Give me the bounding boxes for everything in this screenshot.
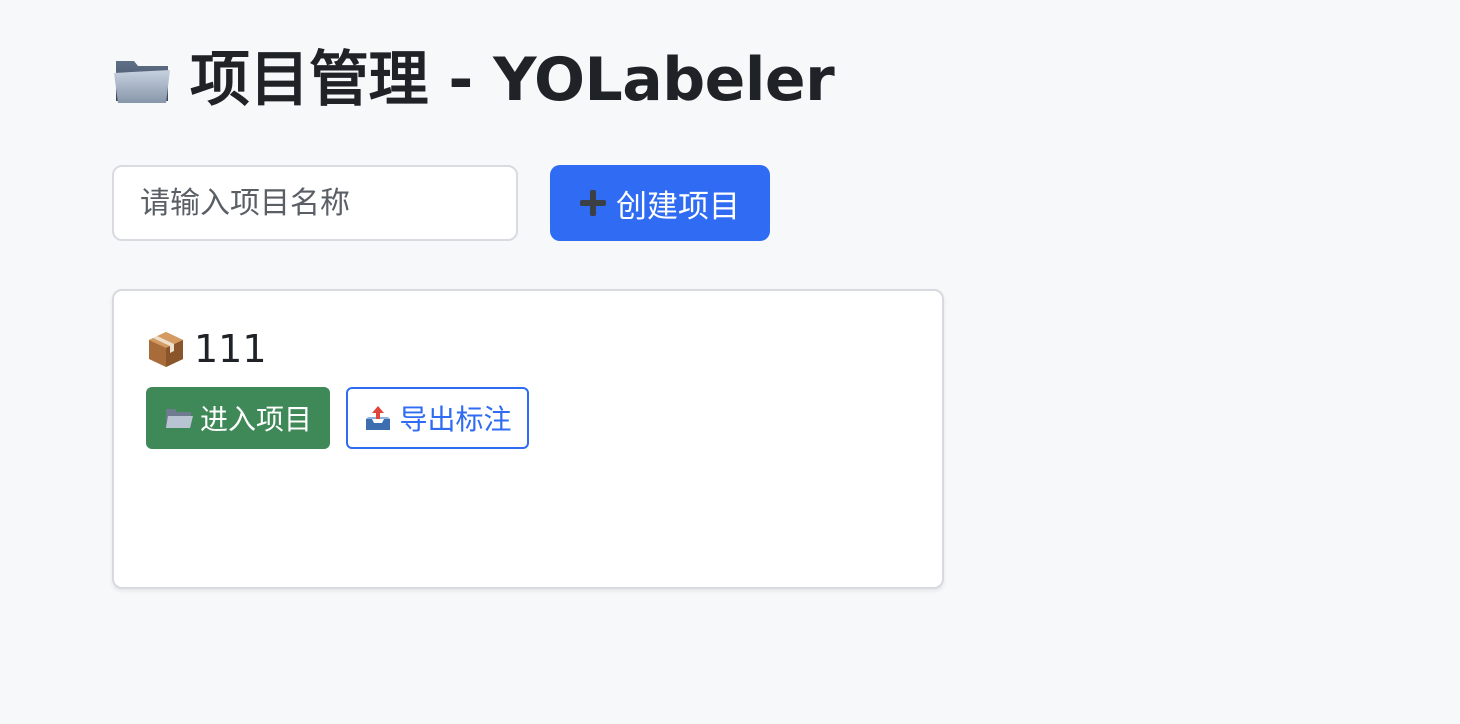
create-project-button[interactable]: 创建项目 [550, 165, 770, 241]
create-project-label: 创建项目 [616, 188, 740, 225]
package-icon [146, 329, 186, 369]
project-management-page: 项目管理 - YOLabeler 创建项目 111 [0, 0, 1460, 724]
project-card: 111 进入项目 导出标注 [112, 289, 944, 589]
enter-project-label: 进入项目 [199, 403, 312, 436]
page-title: 项目管理 - YOLabeler [190, 45, 835, 115]
project-name-input[interactable] [112, 165, 518, 241]
enter-project-button[interactable]: 进入项目 [146, 387, 330, 449]
export-annotations-button[interactable]: 导出标注 [346, 387, 529, 449]
outbox-tray-icon [363, 403, 393, 433]
page-header: 项目管理 - YOLabeler [112, 44, 835, 116]
export-annotations-label: 导出标注 [399, 403, 512, 436]
project-card-header: 111 [146, 327, 267, 371]
open-folder-icon [164, 403, 194, 433]
project-name: 111 [194, 327, 267, 371]
plus-icon [580, 190, 606, 216]
folder-icon [112, 53, 172, 107]
